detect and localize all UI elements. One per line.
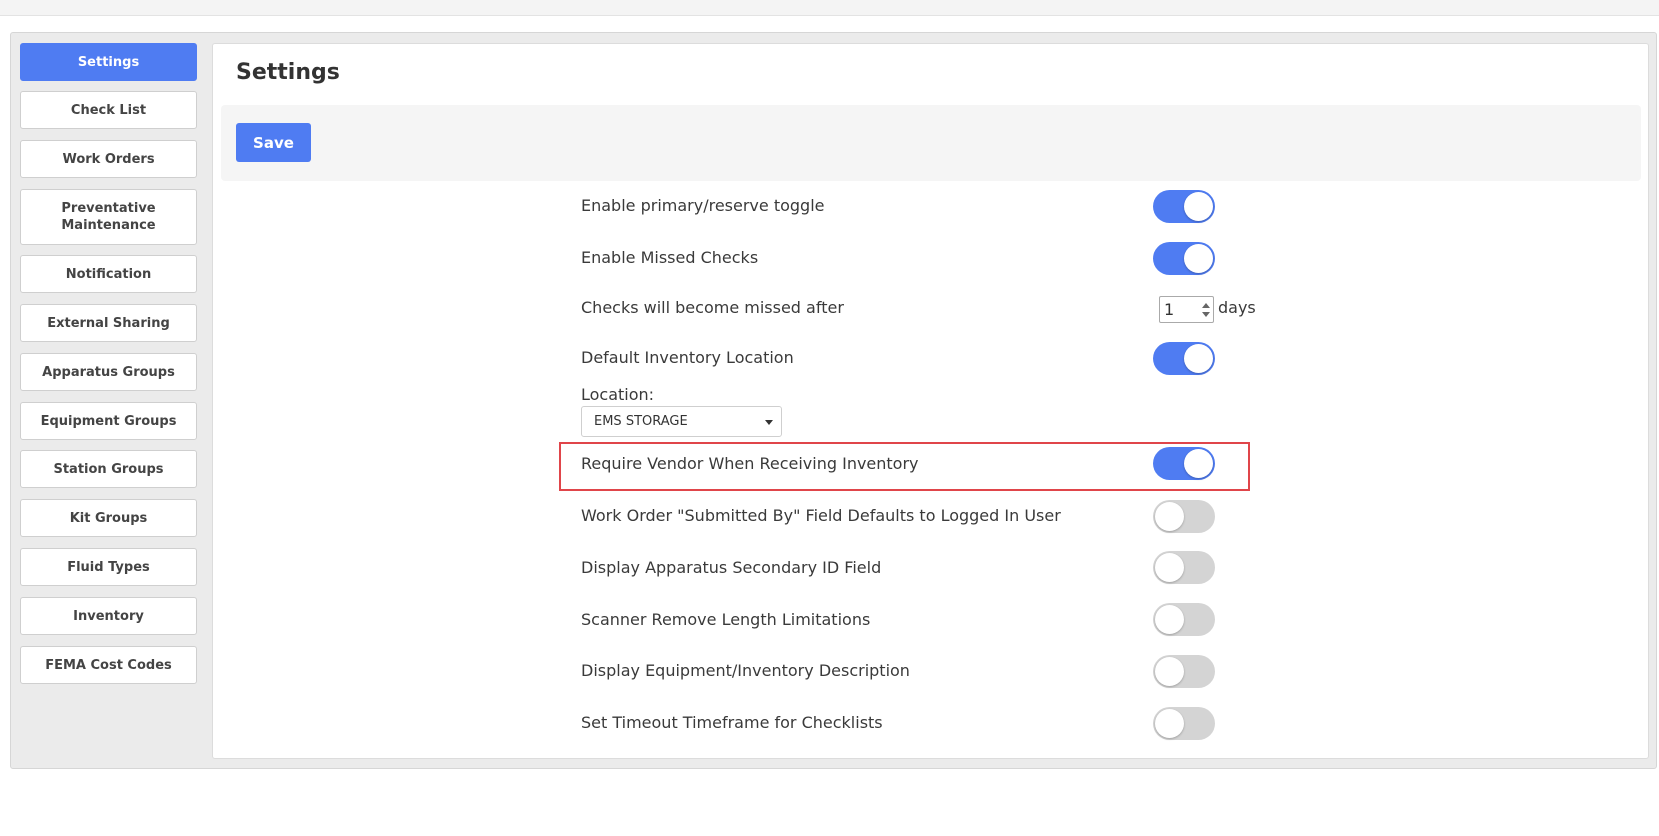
missed-after-days-input[interactable]: 1 bbox=[1159, 296, 1214, 323]
toggle-primary-reserve[interactable] bbox=[1153, 190, 1215, 223]
sidebar-item-equipment-groups[interactable]: Equipment Groups bbox=[20, 402, 197, 440]
toggle-knob bbox=[1184, 449, 1213, 478]
toggle-knob bbox=[1155, 553, 1184, 582]
sidebar-item-fluid-types[interactable]: Fluid Types bbox=[20, 548, 197, 586]
location-select-value: EMS STORAGE bbox=[594, 414, 688, 429]
sidebar-item-notification[interactable]: Notification bbox=[20, 255, 197, 293]
setting-label-missed-checks: Enable Missed Checks bbox=[581, 248, 759, 267]
toggle-knob bbox=[1184, 244, 1213, 273]
setting-label-apparatus-secondary-id: Display Apparatus Secondary ID Field bbox=[581, 558, 882, 577]
toolbar bbox=[221, 105, 1641, 181]
browser-top-bar bbox=[0, 0, 1659, 16]
toggle-knob bbox=[1184, 344, 1213, 373]
caret-down-icon bbox=[765, 420, 773, 425]
toggle-require-vendor[interactable] bbox=[1153, 447, 1215, 480]
sidebar-item-settings[interactable]: Settings bbox=[20, 43, 197, 81]
setting-label-default-inventory-location: Default Inventory Location bbox=[581, 348, 794, 367]
sidebar-item-work-orders[interactable]: Work Orders bbox=[20, 140, 197, 178]
toggle-checklist-timeout[interactable] bbox=[1153, 707, 1215, 740]
location-label: Location: bbox=[581, 385, 655, 404]
setting-label-scanner-length: Scanner Remove Length Limitations bbox=[581, 610, 871, 629]
toggle-equipment-description[interactable] bbox=[1153, 655, 1215, 688]
sidebar-item-apparatus-groups[interactable]: Apparatus Groups bbox=[20, 353, 197, 391]
setting-label-equipment-description: Display Equipment/Inventory Description bbox=[581, 661, 910, 680]
sidebar-item-station-groups[interactable]: Station Groups bbox=[20, 450, 197, 488]
toggle-knob bbox=[1155, 502, 1184, 531]
toggle-knob bbox=[1184, 192, 1213, 221]
toggle-missed-checks[interactable] bbox=[1153, 242, 1215, 275]
sidebar-item-external-sharing[interactable]: External Sharing bbox=[20, 304, 197, 342]
toggle-apparatus-secondary-id[interactable] bbox=[1153, 551, 1215, 584]
page-title: Settings bbox=[236, 60, 340, 85]
sidebar-item-check-list[interactable]: Check List bbox=[20, 91, 197, 129]
setting-label-primary-reserve: Enable primary/reserve toggle bbox=[581, 196, 825, 215]
setting-label-missed-after: Checks will become missed after bbox=[581, 298, 844, 317]
setting-label-submitted-by-default: Work Order "Submitted By" Field Defaults… bbox=[581, 506, 1061, 525]
setting-label-require-vendor: Require Vendor When Receiving Inventory bbox=[581, 454, 919, 473]
toggle-scanner-length[interactable] bbox=[1153, 603, 1215, 636]
save-button[interactable]: Save bbox=[236, 123, 311, 162]
toggle-knob bbox=[1155, 657, 1184, 686]
sidebar-item-kit-groups[interactable]: Kit Groups bbox=[20, 499, 197, 537]
sidebar-item-inventory[interactable]: Inventory bbox=[20, 597, 197, 635]
spin-down-icon[interactable] bbox=[1202, 312, 1210, 317]
location-select[interactable]: EMS STORAGE bbox=[581, 406, 782, 437]
sidebar-item-fema-cost-codes[interactable]: FEMA Cost Codes bbox=[20, 646, 197, 684]
toggle-submitted-by-default[interactable] bbox=[1153, 500, 1215, 533]
missed-after-days-value: 1 bbox=[1164, 300, 1175, 319]
setting-label-checklist-timeout: Set Timeout Timeframe for Checklists bbox=[581, 713, 883, 732]
spin-up-icon[interactable] bbox=[1202, 303, 1210, 308]
toggle-knob bbox=[1155, 605, 1184, 634]
sidebar-item-preventative-maintenance[interactable]: Preventative Maintenance bbox=[20, 189, 197, 245]
toggle-knob bbox=[1155, 709, 1184, 738]
toggle-default-inventory-location[interactable] bbox=[1153, 342, 1215, 375]
days-unit-label: days bbox=[1218, 298, 1256, 317]
